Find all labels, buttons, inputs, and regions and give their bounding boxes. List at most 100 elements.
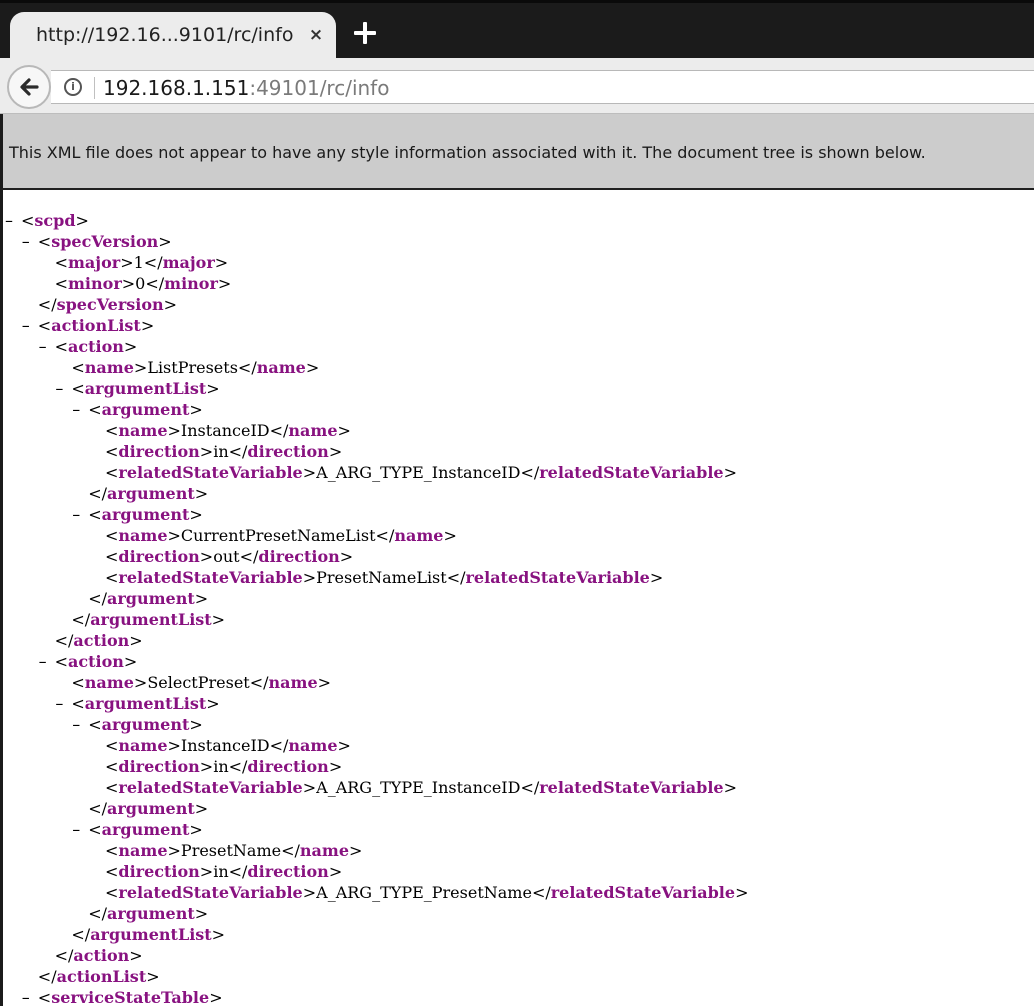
tab-active[interactable]: http://192.16...9101/rc/info × [10,12,336,58]
xml-line: </argument> [88,903,208,924]
tag-name: argumentList [90,925,212,944]
tag-name: direction [247,442,329,461]
tag-bracket: > [217,274,232,293]
tag-bracket: > [133,673,148,692]
collapse-toggle-icon[interactable]: – [55,693,71,714]
url-text[interactable]: 192.168.1.151:49101/rc/info [103,76,389,100]
tag-name: argument [101,715,190,734]
site-info-icon[interactable]: i [64,78,82,96]
tag-bracket: </ [88,904,107,923]
xml-line: <name>InstanceID</name> [105,735,351,756]
tag-name: relatedStateVariable [465,568,650,587]
xml-line: <relatedStateVariable>A_ARG_TYPE_Instanc… [105,462,737,483]
tag-bracket: > [129,946,143,965]
xml-line: – <actionList> [22,315,154,336]
tag-bracket: > [146,967,160,986]
tag-name: direction [118,757,200,776]
tag-bracket: > [189,505,203,524]
tag-bracket: < [105,463,119,482]
tag-bracket: > [339,547,354,566]
xml-line: – <specVersion> [22,231,172,252]
tag-name: argument [101,400,190,419]
collapse-toggle-icon[interactable]: – [22,315,38,336]
collapse-toggle-icon[interactable]: – [72,504,88,525]
tag-bracket: > [189,715,203,734]
tag-bracket: < [54,337,68,356]
tag-bracket: > [349,841,363,860]
back-arrow-icon [20,78,39,96]
tag-name: specVersion [56,295,164,314]
tag-name: relatedStateVariable [539,463,724,482]
address-bar[interactable]: i 192.168.1.151:49101/rc/info [51,70,1034,104]
tag-bracket: > [199,547,214,566]
tag-name: argument [106,799,195,818]
tag-bracket: > [649,568,664,587]
tag-bracket: > [194,484,209,503]
collapse-toggle-icon[interactable]: – [22,231,38,252]
tag-bracket: < [37,316,52,335]
tag-bracket: </ [88,799,107,818]
url-host: 192.168.1.151 [103,76,250,100]
element-text: in [213,862,229,881]
xml-line: </argumentList> [71,609,225,630]
tag-bracket: < [105,883,119,902]
tag-bracket: < [54,274,68,293]
tag-bracket: < [88,400,102,419]
tag-name: argument [106,589,195,608]
tag-name: name [118,736,168,755]
tab-close-icon[interactable]: × [305,24,327,46]
tag-name: direction [258,547,340,566]
element-text: A_ARG_TYPE_PresetName [316,883,532,902]
tag-bracket: </ [446,568,466,587]
collapse-toggle-icon[interactable]: – [5,210,21,231]
tag-bracket: </ [54,631,74,650]
xml-line: – <argument> [72,714,203,735]
xml-line: – <argument> [72,819,203,840]
collapse-toggle-icon[interactable]: – [22,987,38,1006]
tag-bracket: > [167,841,181,860]
tag-bracket: < [37,232,52,251]
tag-bracket: > [206,379,220,398]
tag-name: action [68,652,124,671]
new-tab-plus-icon[interactable] [350,18,380,48]
xml-line: – <action> [39,651,138,672]
xml-line: – <scpd> [5,210,89,231]
tag-name: relatedStateVariable [118,778,303,797]
tag-name: action [73,946,130,965]
tag-bracket: < [105,442,119,461]
xml-line: <relatedStateVariable>PresetNameList</re… [105,567,663,588]
tag-name: name [268,673,318,692]
collapse-toggle-icon[interactable]: – [39,336,55,357]
tag-name: minor [68,274,122,293]
xml-line: </argument> [88,588,208,609]
xml-line: – <argument> [72,504,203,525]
tag-bracket: > [302,778,317,797]
tag-bracket: </ [71,610,91,629]
tag-bracket: < [71,358,85,377]
tag-bracket: </ [249,673,269,692]
back-button[interactable] [7,65,51,109]
collapse-toggle-icon[interactable]: – [55,378,71,399]
tag-bracket: </ [375,526,395,545]
element-text: 1 [133,253,144,272]
xml-line: – <serviceStateTable> [22,987,223,1006]
tag-name: argumentList [84,694,207,713]
collapse-toggle-icon[interactable]: – [39,651,55,672]
tag-bracket: </ [237,358,257,377]
tag-bracket: > [723,778,737,797]
xml-line: <direction>in</direction> [105,756,342,777]
collapse-toggle-icon[interactable]: – [72,819,88,840]
tag-name: major [68,253,121,272]
element-text: CurrentPresetNameList [180,526,376,545]
tag-bracket: > [206,694,220,713]
tag-bracket: > [199,757,214,776]
xml-line: </argument> [88,483,208,504]
collapse-toggle-icon[interactable]: – [72,714,88,735]
tag-name: specVersion [51,232,159,251]
tag-name: relatedStateVariable [118,463,303,482]
tag-name: argument [101,505,190,524]
element-text: InstanceID [180,421,270,440]
collapse-toggle-icon[interactable]: – [72,399,88,420]
tag-name: name [118,421,168,440]
tag-name: argumentList [84,379,207,398]
